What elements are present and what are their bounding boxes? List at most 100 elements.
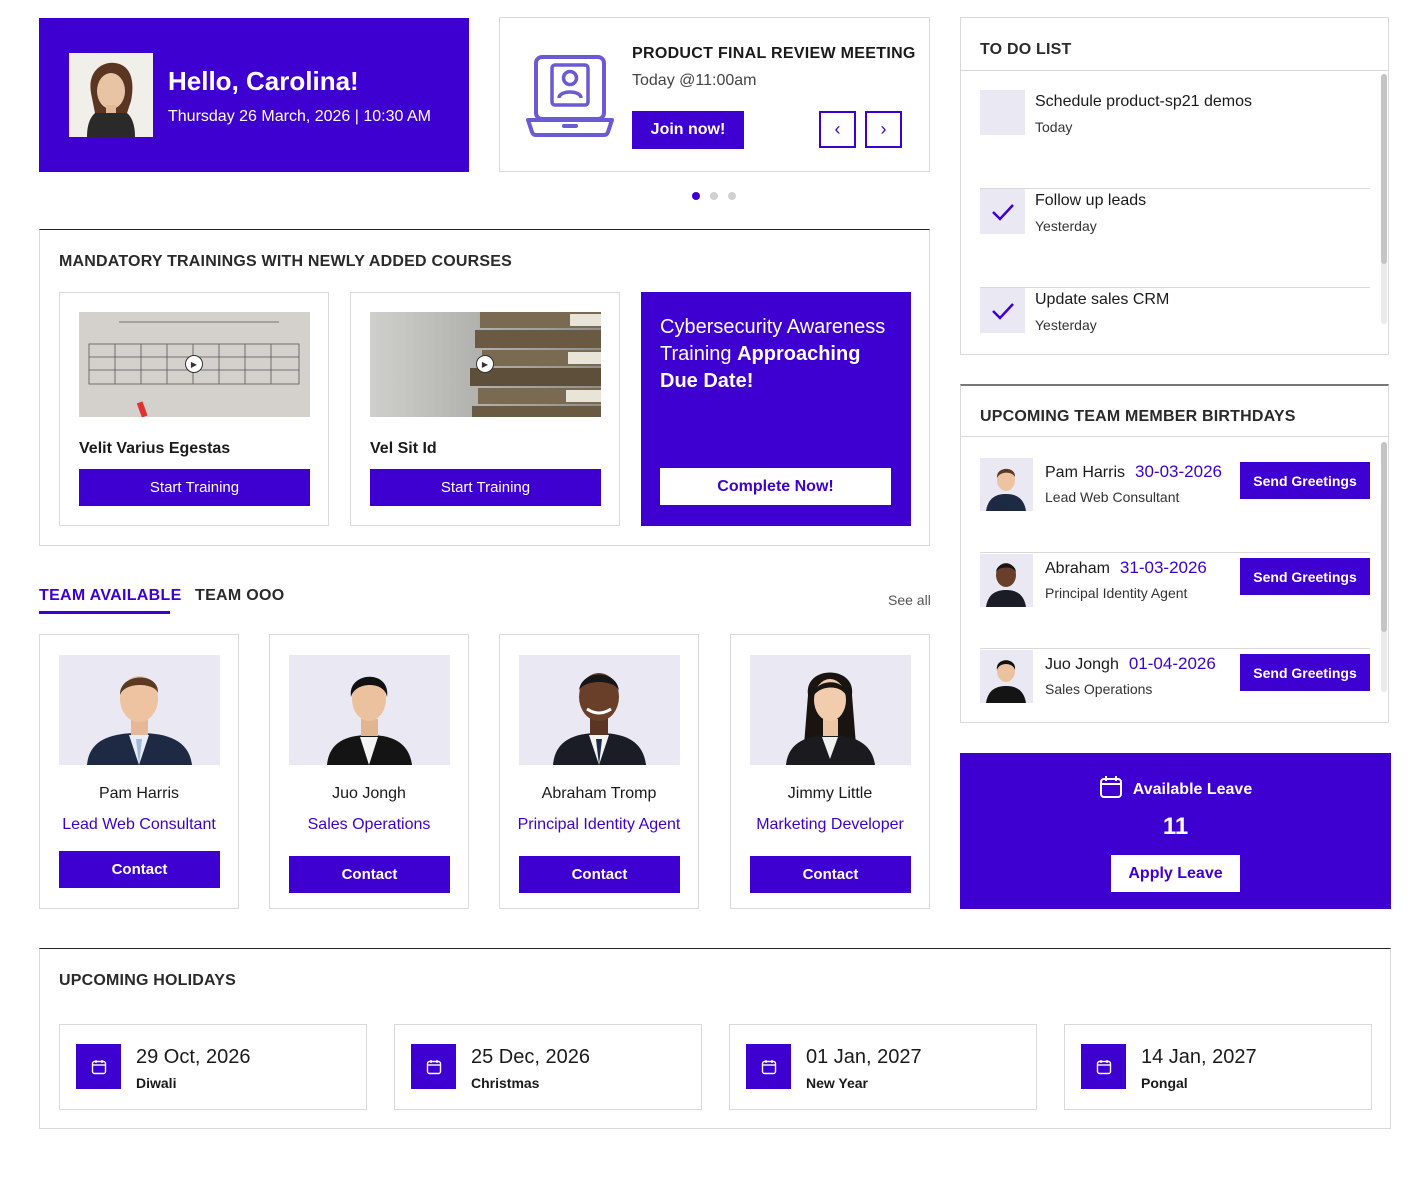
- birthday-name: Pam Harris: [1045, 464, 1126, 481]
- todo-date: Today: [1035, 119, 1073, 135]
- send-greetings-button[interactable]: Send Greetings: [1240, 462, 1370, 499]
- birthday-role: Sales Operations: [1045, 681, 1153, 697]
- birthdays-scrollbar[interactable]: [1381, 442, 1387, 692]
- todo-task: Update sales CRM: [1035, 291, 1170, 308]
- birthday-date: 30-03-2026: [1135, 462, 1222, 481]
- holidays-section: UPCOMING HOLIDAYS 29 Oct, 2026 Diwali 25…: [39, 948, 1391, 1129]
- birthday-role: Principal Identity Agent: [1045, 585, 1188, 601]
- greeting-card: Hello, Carolina! Thursday 26 March, 2026…: [39, 18, 469, 172]
- member-name: Juo Jongh: [332, 785, 406, 802]
- send-greetings-button[interactable]: Send Greetings: [1240, 558, 1370, 595]
- member-role: Principal Identity Agent: [517, 816, 681, 833]
- todo-checkbox[interactable]: [980, 189, 1025, 234]
- meeting-title: PRODUCT FINAL REVIEW MEETING: [632, 45, 916, 62]
- todo-scrollbar-thumb[interactable]: [1381, 74, 1387, 264]
- send-greetings-button[interactable]: Send Greetings: [1240, 654, 1370, 691]
- todo-item[interactable]: Follow up leads Yesterday: [980, 189, 1370, 288]
- apply-leave-button[interactable]: Apply Leave: [1111, 855, 1240, 892]
- holiday-name: Diwali: [136, 1075, 177, 1091]
- training-video-thumbnail[interactable]: ▶: [79, 312, 310, 417]
- start-training-button[interactable]: Start Training: [79, 469, 310, 506]
- carousel-dot-active[interactable]: [692, 192, 700, 200]
- todo-date: Yesterday: [1035, 317, 1097, 333]
- birthday-name: Juo Jongh: [1045, 656, 1119, 673]
- available-leave-count: 11: [1162, 813, 1189, 840]
- active-tab-indicator: [39, 611, 170, 614]
- start-training-button[interactable]: Start Training: [370, 469, 601, 506]
- previous-button[interactable]: ‹: [819, 111, 856, 148]
- laptop-user-icon: [526, 54, 614, 143]
- birthday-avatar: [980, 458, 1033, 511]
- birthday-item: Juo Jongh 01-04-2026 Sales Operations Sen…: [980, 650, 1370, 745]
- birthdays-scrollbar-thumb[interactable]: [1381, 442, 1387, 632]
- birthday-avatar: [980, 650, 1033, 703]
- join-now-button[interactable]: Join now!: [632, 111, 744, 149]
- contact-button[interactable]: Contact: [519, 856, 680, 893]
- birthday-date: 01-04-2026: [1128, 654, 1216, 673]
- member-name: Pam Harris: [98, 785, 179, 802]
- play-icon[interactable]: ▶: [476, 355, 494, 373]
- birthday-person: Abraham 31-03-2026: [1045, 558, 1207, 578]
- user-avatar: [69, 53, 153, 137]
- todo-task: Schedule product-sp21 demos: [1035, 93, 1253, 110]
- complete-now-button[interactable]: Complete Now!: [660, 468, 891, 505]
- greeting-title: Hello, Carolina!: [168, 66, 359, 96]
- training-video-thumbnail[interactable]: ▶: [370, 312, 601, 417]
- todo-checkbox[interactable]: [980, 288, 1025, 333]
- team-member-card: Pam Harris Lead Web Consultant Contact: [39, 634, 239, 909]
- birthday-item: Abraham 31-03-2026 Principal Identity Age…: [980, 554, 1370, 649]
- tab-team-ooo[interactable]: TEAM OOO: [195, 587, 285, 605]
- member-role: Sales Operations: [307, 816, 431, 833]
- holidays-title: UPCOMING HOLIDAYS: [59, 972, 237, 989]
- todo-item[interactable]: Schedule product-sp21 demos Today: [980, 90, 1370, 189]
- team-member-card: Jimmy Little Marketing Developer Contact: [730, 634, 930, 909]
- trainings-section: MANDATORY TRAININGS WITH NEWLY ADDED COU…: [39, 229, 930, 546]
- todo-list: TO DO LIST Schedule product-sp21 demos T…: [960, 17, 1389, 355]
- carousel-dot[interactable]: [710, 192, 718, 200]
- see-all-link[interactable]: See all: [888, 592, 931, 608]
- contact-button[interactable]: Contact: [59, 851, 220, 888]
- birthday-name: Abraham: [1045, 560, 1110, 577]
- birthdays-header: UPCOMING TEAM MEMBER BIRTHDAYS: [961, 386, 1388, 437]
- holiday-date: 25 Dec, 2026: [471, 1046, 590, 1068]
- promo-text: Cybersecurity Awareness Training Approac…: [660, 314, 895, 395]
- calendar-icon: [411, 1044, 456, 1089]
- holiday-date: 29 Oct, 2026: [136, 1046, 251, 1068]
- todo-checkbox[interactable]: [980, 90, 1025, 135]
- member-photo: [750, 655, 911, 765]
- todo-date: Yesterday: [1035, 218, 1097, 234]
- holiday-date: 14 Jan, 2027: [1141, 1046, 1257, 1068]
- todo-item[interactable]: Update sales CRM Yesterday: [980, 288, 1370, 387]
- training-name: Vel Sit Id: [370, 440, 437, 457]
- available-leave-card: Available Leave 11 Apply Leave: [960, 753, 1391, 909]
- todo-title: TO DO LIST: [980, 41, 1072, 58]
- play-icon[interactable]: ▶: [185, 355, 203, 373]
- todo-header: TO DO LIST: [961, 18, 1388, 71]
- contact-button[interactable]: Contact: [289, 856, 450, 893]
- team-member-card: Abraham Tromp Principal Identity Agent C…: [499, 634, 699, 909]
- available-leave-label: Available Leave: [1132, 781, 1253, 798]
- member-name: Jimmy Little: [787, 785, 873, 802]
- checkmark-icon: [991, 302, 1014, 320]
- birthdays-card: UPCOMING TEAM MEMBER BIRTHDAYS Pam Harri…: [960, 384, 1389, 723]
- next-button[interactable]: ›: [865, 111, 902, 148]
- member-role: Lead Web Consultant: [62, 816, 216, 833]
- trainings-title: MANDATORY TRAININGS WITH NEWLY ADDED COU…: [59, 253, 512, 270]
- holiday-item: 01 Jan, 2027 New Year: [729, 1024, 1037, 1110]
- chevron-right-icon: ›: [880, 119, 887, 139]
- member-photo: [519, 655, 680, 765]
- calendar-icon: [746, 1044, 791, 1089]
- birthday-avatar: [980, 554, 1033, 607]
- todo-scrollbar[interactable]: [1381, 74, 1387, 324]
- birthday-item: Pam Harris 30-03-2026 Lead Web Consultant…: [980, 458, 1370, 553]
- contact-button[interactable]: Contact: [750, 856, 911, 893]
- birthday-date: 31-03-2026: [1119, 558, 1207, 577]
- calendar-icon: [1081, 1044, 1126, 1089]
- team-member-card: Juo Jongh Sales Operations Contact: [269, 634, 469, 909]
- carousel-dot[interactable]: [728, 192, 736, 200]
- holiday-name: Pongal: [1141, 1075, 1188, 1091]
- holiday-name: Christmas: [471, 1075, 540, 1091]
- holiday-item: 25 Dec, 2026 Christmas: [394, 1024, 702, 1110]
- tab-team-available[interactable]: TEAM AVAILABLE: [39, 587, 182, 605]
- chevron-left-icon: ‹: [834, 119, 841, 139]
